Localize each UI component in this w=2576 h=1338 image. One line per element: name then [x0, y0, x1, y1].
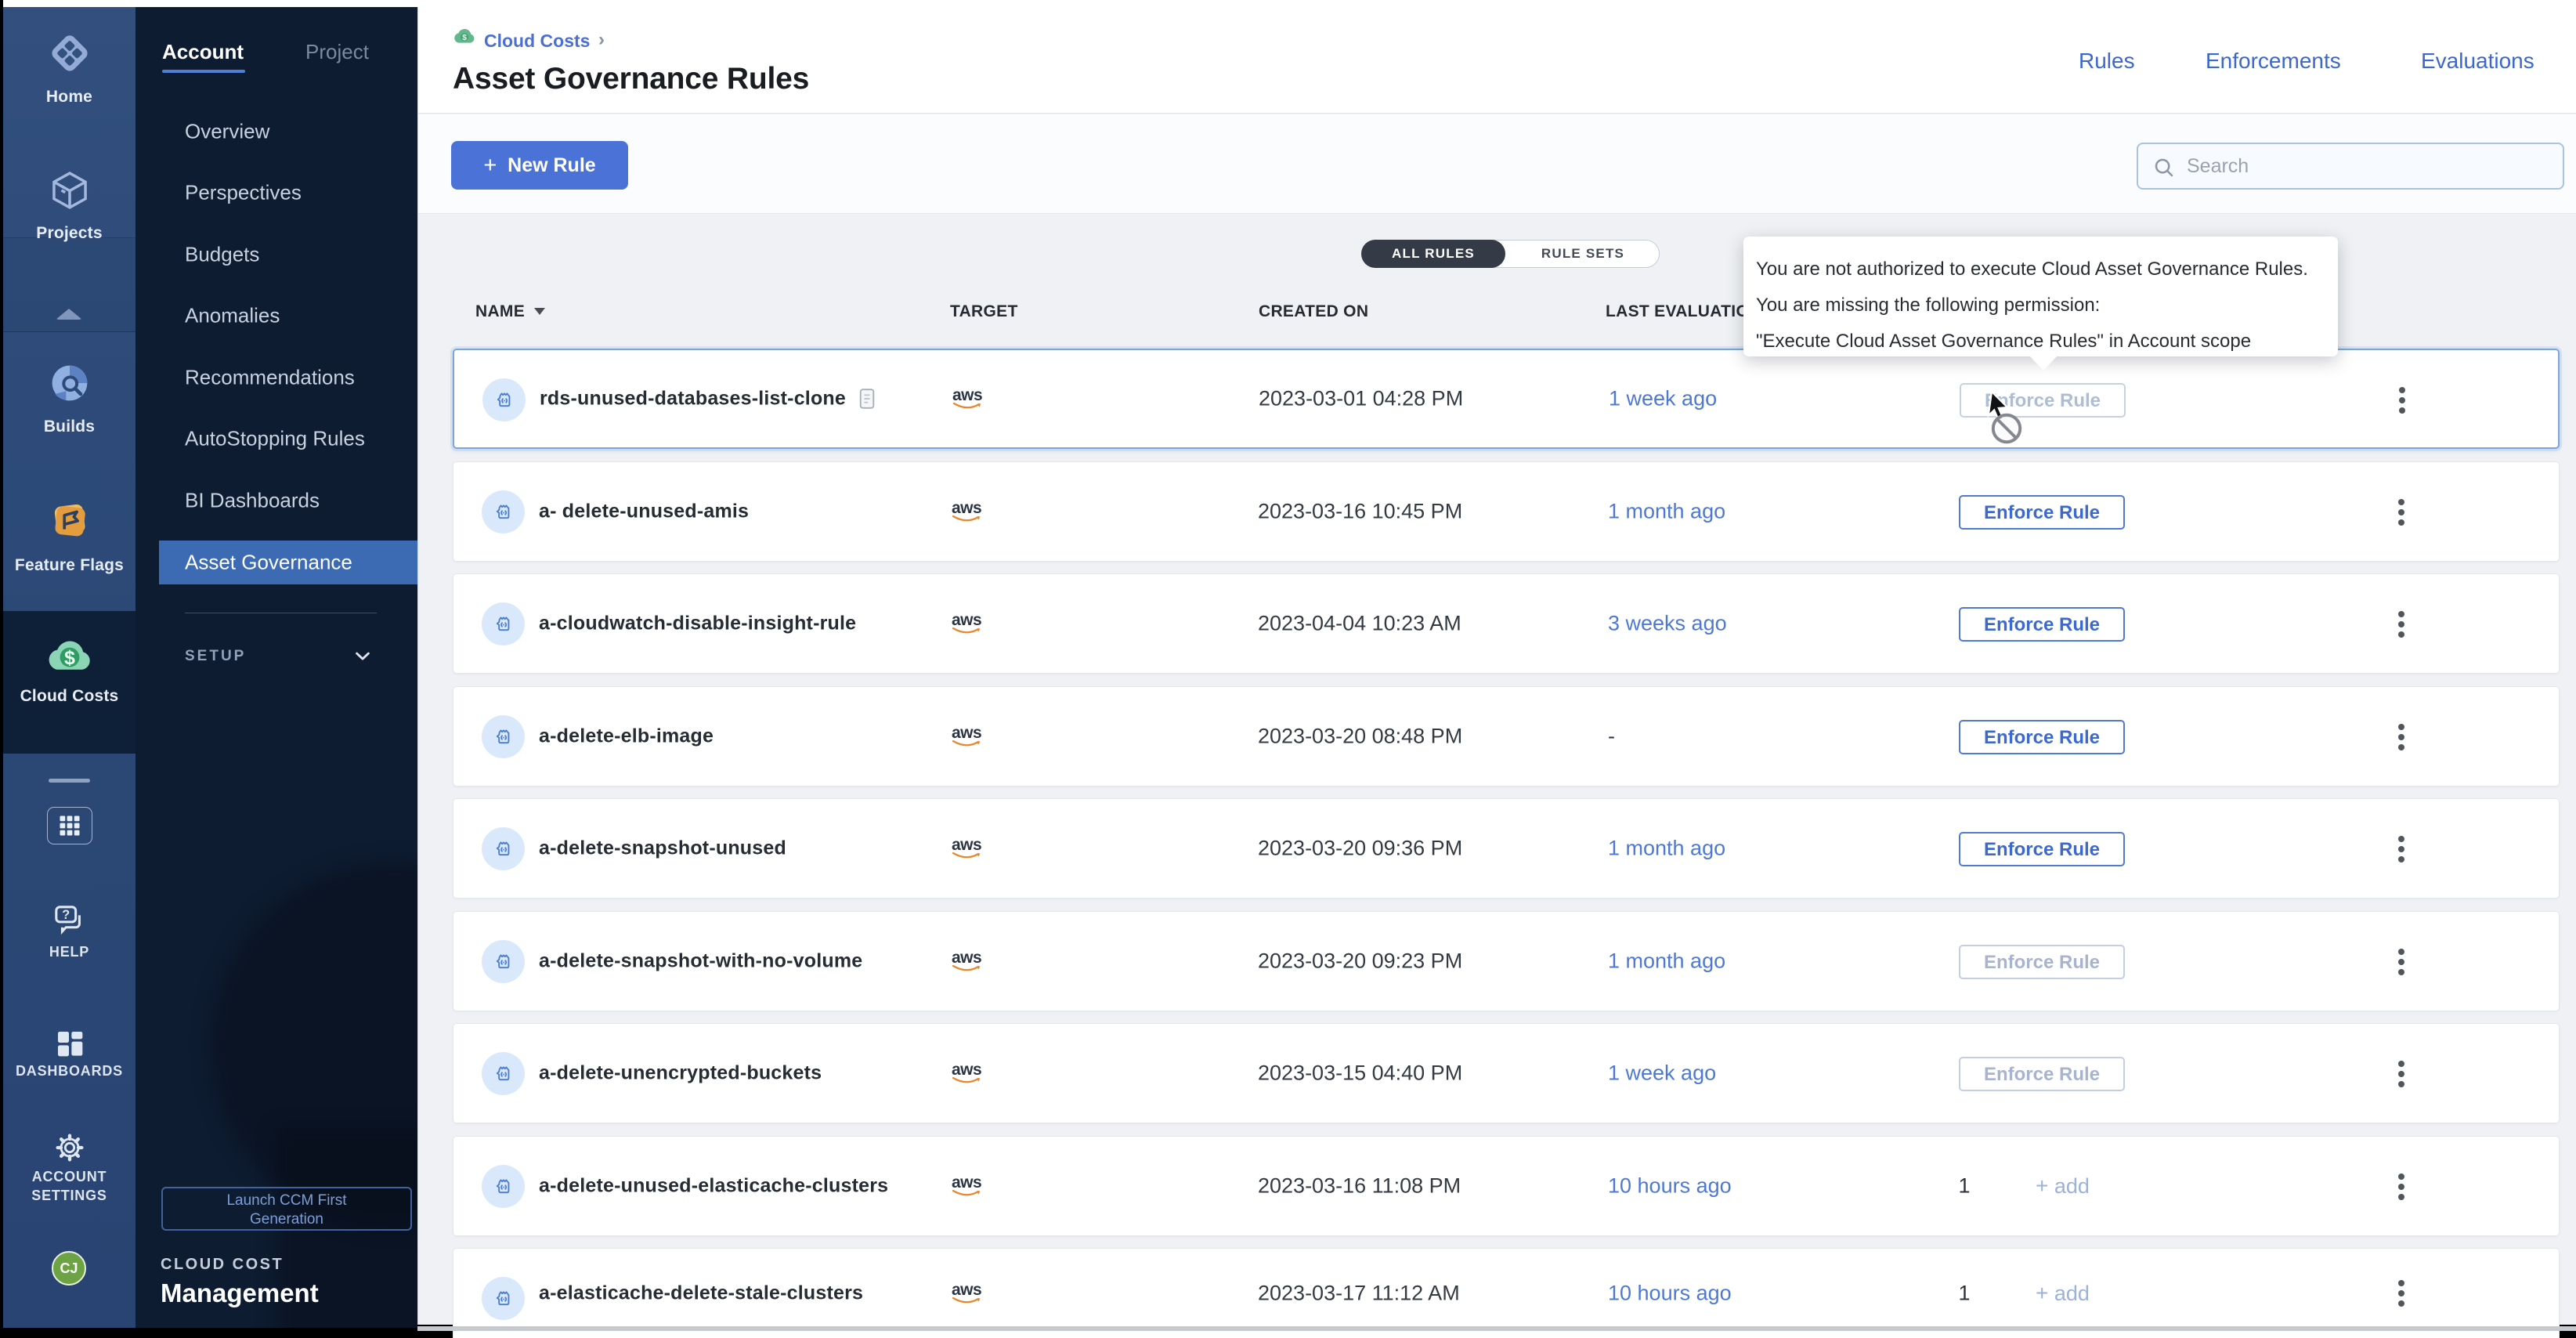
- svg-text:?: ?: [62, 908, 70, 922]
- svg-text:$: $: [64, 647, 75, 669]
- svg-text:$: $: [462, 34, 467, 42]
